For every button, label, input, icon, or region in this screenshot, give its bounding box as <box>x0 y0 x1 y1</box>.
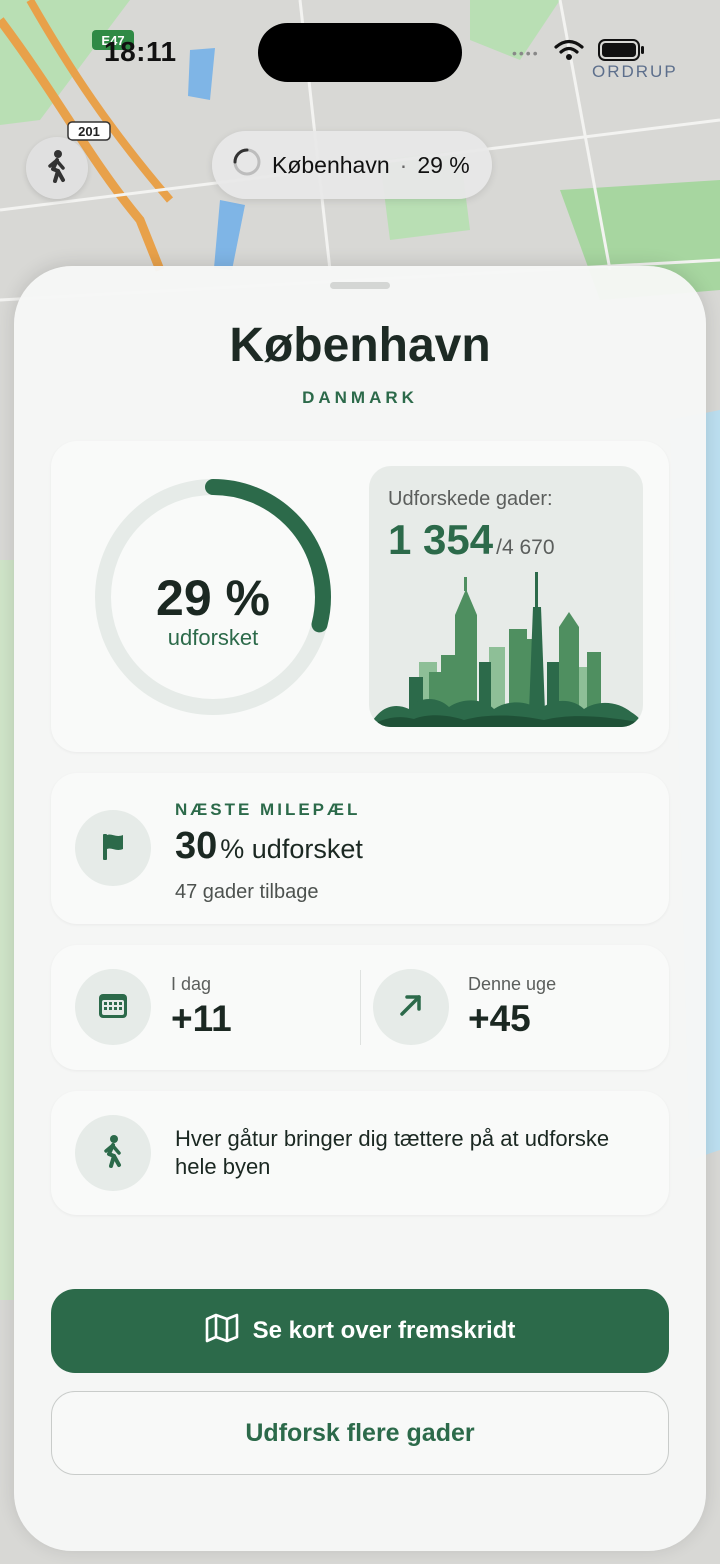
flag-icon <box>97 830 129 867</box>
streets-label: Udforskede gader: <box>388 488 553 510</box>
streets-value: 1 354 /4 670 <box>388 516 555 564</box>
tip-text: Hver gåtur bringer dig tættere på at udf… <box>175 1126 610 1179</box>
country-label: DANMARK <box>302 388 418 407</box>
streets-total: /4 670 <box>496 536 555 559</box>
city-title: København <box>229 319 491 372</box>
explore-more-streets-button[interactable]: Udforsk flere gader <box>51 1391 669 1475</box>
signal-dots: •••• <box>512 44 540 61</box>
city-detail-sheet: København DANMARK 29 % udforsket Udforsk… <box>14 266 706 1551</box>
ring-percent: 29 % <box>156 570 270 626</box>
walking-icon <box>99 1134 127 1173</box>
tip-icon-circle <box>75 1115 151 1191</box>
dynamic-island <box>258 23 462 82</box>
progress-card: I dag +11 Denne uge +45 <box>51 945 669 1070</box>
milestone-icon-circle <box>75 810 151 886</box>
walk-mode-button[interactable] <box>26 137 88 199</box>
walking-icon <box>43 149 71 188</box>
today-value: +11 <box>171 998 232 1039</box>
pill-percent: 29 % <box>417 151 470 178</box>
spinner-icon <box>232 147 262 183</box>
milestone-text: % udforsket <box>220 834 363 864</box>
ring-label: udforsket <box>167 625 259 650</box>
road-number-label: 201 <box>78 124 100 139</box>
milestone-number: 30 <box>175 825 218 867</box>
milestone-label: NÆSTE MILEPÆL <box>175 800 361 819</box>
arrow-up-right-icon <box>396 990 426 1025</box>
explore-more-streets-label: Udforsk flere gader <box>245 1418 475 1447</box>
skyline-illustration <box>369 572 643 727</box>
week-value: +45 <box>468 998 531 1039</box>
city-progress-pill[interactable]: København · 29 % <box>212 131 492 199</box>
wifi-icon <box>554 39 584 66</box>
status-time: 18:11 <box>104 36 177 67</box>
week-label: Denne uge <box>468 974 557 994</box>
view-progress-map-button[interactable]: Se kort over fremskridt <box>51 1289 669 1373</box>
milestone-value: 30 % udforsket <box>175 825 363 868</box>
pill-city-name: København <box>272 151 390 178</box>
map-place-label: ORDRUP <box>592 62 678 81</box>
map-icon <box>205 1313 239 1350</box>
stats-card: 29 % udforsket Udforskede gader: 1 354 /… <box>51 441 669 752</box>
view-progress-map-label: Se kort over fremskridt <box>252 1317 516 1344</box>
streets-box: Udforskede gader: 1 354 /4 670 <box>369 466 643 727</box>
calendar-icon <box>97 990 129 1025</box>
pill-separator: · <box>399 151 408 178</box>
sheet-grabber[interactable] <box>330 282 390 289</box>
today-icon-circle <box>75 969 151 1045</box>
week-icon-circle <box>373 969 449 1045</box>
tip-card: Hver gåtur bringer dig tættere på at udf… <box>51 1091 669 1215</box>
milestone-card[interactable]: NÆSTE MILEPÆL 30 % udforsket 47 gader ti… <box>51 773 669 924</box>
milestone-remaining: 47 gader tilbage <box>175 881 319 903</box>
streets-explored: 1 354 <box>388 516 494 563</box>
today-label: I dag <box>171 974 212 994</box>
progress-divider <box>360 970 361 1045</box>
